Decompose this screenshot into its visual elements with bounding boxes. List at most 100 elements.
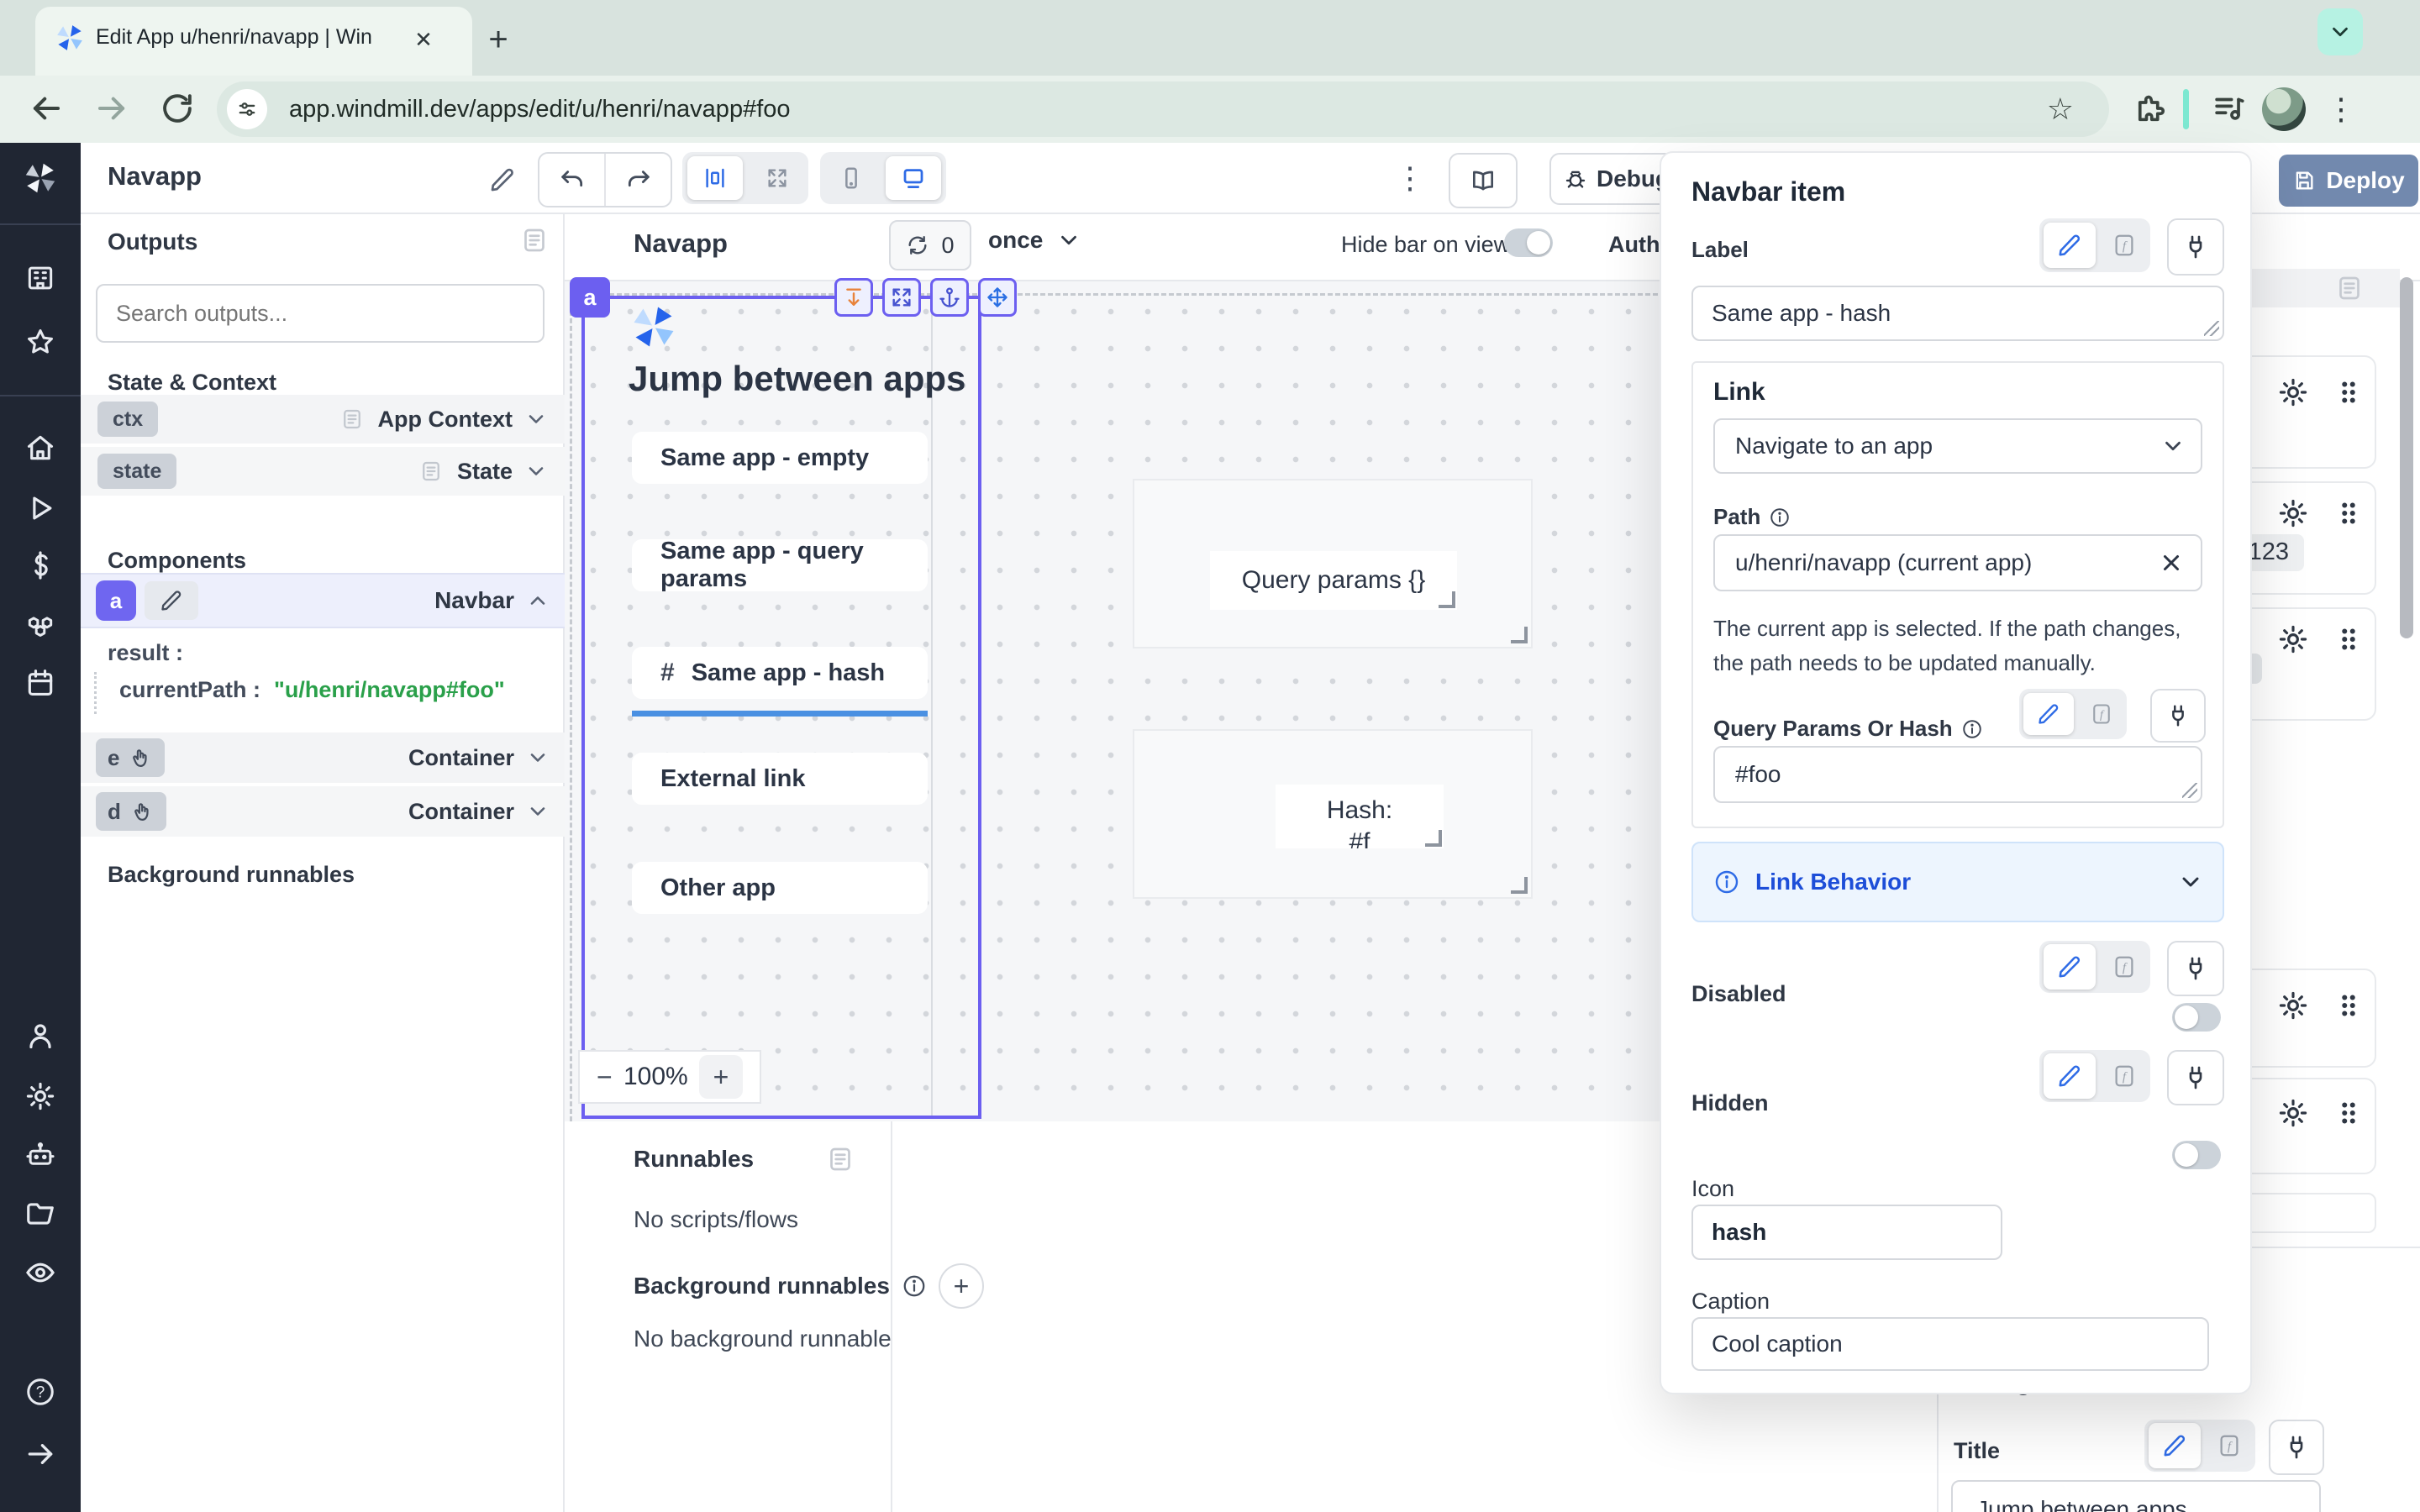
chevron-down-icon[interactable] — [524, 407, 548, 431]
debug-button[interactable]: Debug — [1549, 153, 1676, 205]
static-editor-button[interactable] — [2044, 944, 2096, 990]
reload-icon[interactable] — [160, 91, 195, 126]
nav-item-same-app-query-params[interactable]: Same app - query params — [632, 539, 928, 591]
extensions-icon[interactable] — [2133, 91, 2168, 126]
qph-connect-button[interactable] — [2150, 689, 2206, 743]
rail-expand-icon[interactable] — [24, 1438, 56, 1470]
doc-icon[interactable] — [2334, 273, 2365, 303]
hash-text-box[interactable]: Hash: #f — [1276, 785, 1444, 848]
rail-resources-icon[interactable] — [24, 608, 56, 640]
scrollbar-thumb[interactable] — [2400, 277, 2413, 638]
disabled-connect-button[interactable] — [2167, 941, 2224, 996]
forward-icon[interactable] — [94, 91, 129, 126]
tab-search-button[interactable] — [2317, 8, 2363, 55]
static-editor-button[interactable] — [2044, 1053, 2096, 1099]
nav-item-external-link[interactable]: External link — [632, 753, 928, 805]
gear-icon[interactable] — [2277, 1097, 2309, 1129]
rail-home-icon[interactable] — [24, 432, 56, 464]
zoom-in-button[interactable]: + — [699, 1055, 743, 1099]
desktop-view-button[interactable] — [886, 156, 941, 200]
qph-field[interactable]: #foo — [1713, 746, 2202, 803]
component-row-d[interactable]: d Container — [81, 786, 565, 837]
static-editor-button[interactable] — [2149, 1423, 2201, 1468]
drag-handle-icon[interactable] — [2333, 623, 2365, 655]
rail-help-icon[interactable] — [24, 1376, 56, 1408]
add-background-runnable-button[interactable]: + — [939, 1263, 984, 1309]
fx-editor-icon[interactable] — [2112, 954, 2137, 979]
query-params-container[interactable]: Query params {} — [1133, 479, 1533, 648]
fx-editor-icon[interactable] — [2090, 702, 2113, 726]
browser-menu-icon[interactable]: ⋮ — [2323, 87, 2360, 131]
current-path-row[interactable]: currentPath : "u/henri/navapp#foo" — [119, 677, 505, 703]
query-params-text-box[interactable]: Query params {} — [1210, 551, 1457, 610]
resize-grip-icon[interactable] — [2204, 321, 2219, 336]
rail-folders-icon[interactable] — [24, 1198, 56, 1230]
site-settings-button[interactable] — [227, 89, 267, 129]
resize-corner[interactable] — [1439, 591, 1455, 608]
nav-item-same-app-empty[interactable]: Same app - empty — [632, 432, 928, 484]
static-editor-button[interactable] — [2023, 693, 2074, 735]
rail-variables-icon[interactable] — [24, 549, 56, 581]
caption-field[interactable]: Cool caption — [1691, 1317, 2209, 1371]
hash-container[interactable]: Hash: #f — [1133, 729, 1533, 899]
redo-button[interactable] — [606, 154, 671, 206]
rail-audit-icon[interactable] — [24, 1257, 56, 1289]
fx-editor-icon[interactable] — [2112, 1063, 2137, 1089]
clear-x-icon[interactable] — [2159, 550, 2184, 575]
rail-apps-icon[interactable] — [24, 262, 56, 294]
hide-bar-toggle[interactable] — [1504, 228, 1553, 257]
chevron-up-icon[interactable] — [526, 589, 550, 612]
centered-layout-button[interactable] — [687, 156, 743, 200]
mobile-view-button[interactable] — [823, 156, 879, 200]
chevron-down-icon[interactable] — [526, 746, 550, 769]
component-move-button[interactable] — [978, 278, 1017, 317]
edit-title-pencil-icon[interactable] — [489, 166, 516, 193]
deploy-button[interactable]: Deploy — [2279, 155, 2418, 207]
refresh-count-button[interactable]: 0 — [889, 220, 971, 270]
rail-schedules-icon[interactable] — [24, 667, 56, 699]
media-playlist-icon[interactable] — [2212, 91, 2247, 126]
link-behavior-box[interactable]: Link Behavior — [1691, 842, 2224, 922]
new-tab-button[interactable]: + — [477, 18, 519, 60]
fullscreen-layout-button[interactable] — [750, 156, 805, 200]
chevron-down-icon[interactable] — [524, 459, 548, 483]
drag-handle-icon[interactable] — [2333, 376, 2365, 408]
component-a-badge[interactable]: a — [570, 277, 610, 318]
fx-editor-icon[interactable] — [2112, 233, 2137, 258]
rail-windmill-logo-icon[interactable] — [22, 160, 59, 197]
url-bar[interactable]: app.windmill.dev/apps/edit/u/henri/navap… — [217, 81, 2109, 137]
link-kind-select[interactable]: Navigate to an app — [1713, 418, 2202, 474]
component-anchor-button[interactable] — [930, 278, 969, 317]
gear-icon[interactable] — [2277, 497, 2309, 529]
label-field[interactable]: Same app - hash — [1691, 286, 2224, 341]
rail-runs-icon[interactable] — [24, 492, 56, 524]
undo-button[interactable] — [539, 154, 606, 206]
path-field[interactable]: u/henri/navapp (current app) — [1713, 534, 2202, 591]
icon-field[interactable]: hash — [1691, 1205, 2002, 1260]
search-outputs-input[interactable] — [96, 284, 544, 343]
profile-avatar[interactable] — [2262, 87, 2306, 131]
hidden-toggle[interactable] — [2172, 1141, 2221, 1169]
resize-corner[interactable] — [1511, 877, 1528, 894]
component-collapse-button[interactable] — [834, 278, 873, 317]
navbar-component-selection[interactable] — [581, 296, 981, 1119]
static-editor-button[interactable] — [2044, 223, 2096, 268]
navbar-edit-button[interactable] — [145, 581, 198, 620]
resize-corner[interactable] — [1425, 830, 1442, 847]
gear-icon[interactable] — [2277, 623, 2309, 655]
back-icon[interactable] — [29, 91, 64, 126]
run-mode-select[interactable]: once — [988, 227, 1081, 254]
nav-item-other-app[interactable]: Other app — [632, 862, 928, 914]
drag-handle-icon[interactable] — [2333, 1097, 2365, 1129]
output-row-ctx[interactable]: ctx App Context — [81, 395, 565, 444]
drag-handle-icon[interactable] — [2333, 990, 2365, 1021]
nav-item-same-app-hash[interactable]: # Same app - hash — [632, 647, 928, 699]
fx-editor-icon[interactable] — [2217, 1433, 2242, 1458]
output-row-state[interactable]: state State — [81, 447, 565, 496]
resize-corner[interactable] — [1511, 627, 1528, 643]
disabled-toggle[interactable] — [2172, 1003, 2221, 1032]
bookmark-star-icon[interactable]: ☆ — [2047, 92, 2074, 127]
gear-icon[interactable] — [2277, 990, 2309, 1021]
component-row-e[interactable]: e Container — [81, 732, 565, 783]
toolbar-menu-icon[interactable]: ⋮ — [1392, 156, 1428, 200]
